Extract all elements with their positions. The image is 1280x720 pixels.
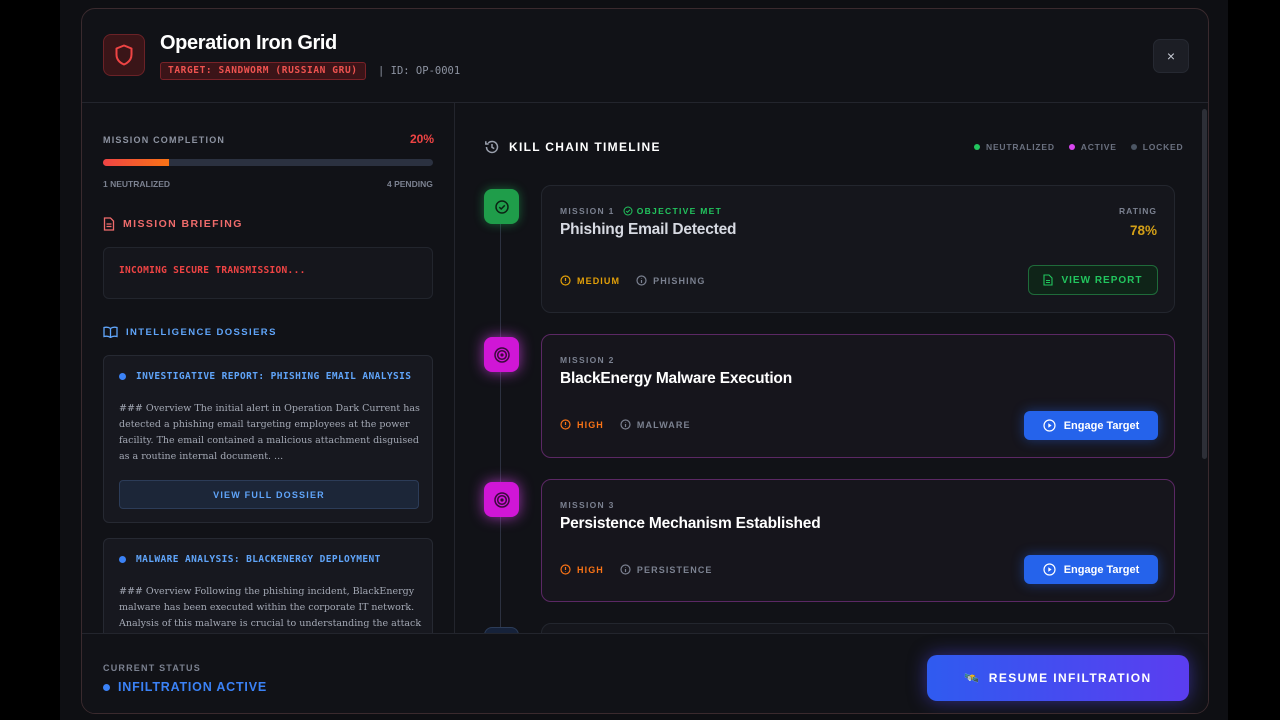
info-icon	[620, 564, 631, 575]
mission-label: MISSION 3	[560, 500, 615, 510]
engage-target-label: Engage Target	[1063, 563, 1140, 576]
severity-badge: HIGH	[560, 564, 604, 575]
mission-briefing-heading: MISSION BRIEFING	[103, 217, 243, 231]
dossier-title-text: MALWARE ANALYSIS: BLACKENERGY DEPLOYMENT	[136, 554, 381, 565]
progress-bar	[103, 159, 433, 166]
view-full-dossier-button[interactable]: VIEW FULL DOSSIER	[119, 480, 419, 509]
mission-card: MISSION 1 OBJECTIVE MET Phishing Email D…	[541, 185, 1175, 313]
operation-modal: Operation Iron Grid TARGET: SANDWORM (RU…	[81, 8, 1209, 714]
mission-title: Persistence Mechanism Established	[560, 515, 821, 532]
mission-card: MISSION 2 BlackEnergy Malware Execution …	[541, 334, 1175, 458]
satellite-icon: 🛰️	[964, 671, 981, 685]
dossier-body: ### Overview The initial alert in Operat…	[119, 403, 420, 462]
dossiers-title: INTELLIGENCE DOSSIERS	[126, 326, 277, 338]
pending-count: 4 PENDING	[387, 179, 433, 189]
mission-card	[541, 623, 1175, 633]
mission-title: Phishing Email Detected	[560, 221, 737, 238]
check-circle-icon	[623, 206, 633, 216]
document-icon	[1043, 274, 1054, 286]
operation-id: | ID: OP-0001	[378, 65, 461, 77]
operation-title: Operation Iron Grid	[160, 32, 337, 54]
close-button[interactable]: ×	[1153, 39, 1189, 73]
mission-meta: HIGH PERSISTENCE	[560, 564, 713, 575]
target-icon	[493, 491, 510, 508]
left-panel: MISSION COMPLETION 20% 1 NEUTRALIZED 4 P…	[82, 103, 455, 633]
engage-target-button[interactable]: Engage Target	[1024, 411, 1158, 440]
category-badge: MALWARE	[620, 419, 691, 430]
timeline-scrollbar[interactable]	[1202, 109, 1207, 459]
briefing-text: INCOMING SECURE TRANSMISSION...	[119, 265, 306, 276]
mission-label: MISSION 2	[560, 355, 615, 365]
resume-label: RESUME INFILTRATION	[988, 671, 1152, 685]
briefing-box: INCOMING SECURE TRANSMISSION...	[103, 247, 433, 299]
engage-target-label: Engage Target	[1063, 419, 1140, 432]
severity-badge: MEDIUM	[560, 275, 620, 286]
category-badge: PERSISTENCE	[620, 564, 713, 575]
mission-title: BlackEnergy Malware Execution	[560, 370, 792, 387]
history-icon	[485, 140, 499, 154]
status-text: INFILTRATION ACTIVE	[118, 680, 267, 694]
resume-infiltration-button[interactable]: 🛰️ RESUME INFILTRATION	[927, 655, 1189, 701]
dossier-body: ### Overview Following the phishing inci…	[119, 586, 422, 629]
status-dot	[103, 683, 110, 691]
legend-active: ACTIVE	[1068, 142, 1117, 152]
legend-locked: LOCKED	[1130, 142, 1184, 152]
dossier-title-text: INVESTIGATIVE REPORT: PHISHING EMAIL ANA…	[136, 371, 412, 382]
play-circle-icon	[1043, 419, 1056, 432]
dossier-card: INVESTIGATIVE REPORT: PHISHING EMAIL ANA…	[103, 355, 433, 523]
play-circle-icon	[1043, 563, 1056, 576]
mission-completion-percent: 20%	[410, 132, 435, 146]
timeline-heading: KILL CHAIN TIMELINE	[484, 139, 661, 155]
dossier-title: INVESTIGATIVE REPORT: PHISHING EMAIL ANA…	[119, 371, 411, 382]
shield-icon	[103, 34, 145, 76]
mission-meta: HIGH MALWARE	[560, 419, 691, 430]
bullet-dot	[119, 373, 126, 380]
view-report-button[interactable]: VIEW REPORT	[1028, 265, 1158, 295]
check-circle-icon	[494, 199, 509, 214]
alert-circle-icon	[560, 275, 571, 286]
progress-bar-fill	[103, 159, 169, 166]
target-badge: TARGET: SANDWORM (RUSSIAN GRU)	[160, 62, 366, 80]
modal-header: Operation Iron Grid TARGET: SANDWORM (RU…	[82, 9, 1208, 103]
objective-met-badge: OBJECTIVE MET	[623, 206, 722, 216]
timeline-panel: KILL CHAIN TIMELINE NEUTRALIZED ACTIVE L…	[456, 103, 1208, 633]
neutralized-count: 1 NEUTRALIZED	[103, 179, 171, 189]
mission-briefing-title: MISSION BRIEFING	[123, 218, 243, 230]
category-badge: PHISHING	[636, 275, 705, 286]
mission-card: MISSION 3 Persistence Mechanism Establis…	[541, 479, 1175, 602]
info-icon	[620, 419, 631, 430]
rating-value: 78%	[1129, 223, 1157, 238]
legend-neutralized: NEUTRALIZED	[974, 142, 1055, 152]
info-icon	[636, 275, 647, 286]
timeline-legend: NEUTRALIZED ACTIVE LOCKED	[974, 142, 1183, 152]
current-status-value: INFILTRATION ACTIVE	[103, 680, 267, 694]
document-icon	[103, 217, 115, 231]
mission-2-node	[484, 337, 519, 372]
rating-label: RATING	[1119, 206, 1157, 216]
mission-meta: MEDIUM PHISHING	[560, 275, 705, 286]
mission-1-node	[484, 189, 519, 224]
mission-3-node	[484, 482, 519, 517]
bullet-dot	[119, 556, 126, 563]
mission-label: MISSION 1 OBJECTIVE MET	[560, 206, 723, 216]
alert-circle-icon	[560, 564, 571, 575]
dossier-card: MALWARE ANALYSIS: BLACKENERGY DEPLOYMENT…	[103, 538, 433, 633]
current-status-label: CURRENT STATUS	[103, 663, 201, 673]
alert-circle-icon	[560, 419, 571, 430]
timeline-title: KILL CHAIN TIMELINE	[509, 140, 661, 154]
dossiers-heading: INTELLIGENCE DOSSIERS	[103, 326, 277, 338]
view-report-label: VIEW REPORT	[1061, 274, 1143, 286]
book-open-icon	[103, 326, 118, 338]
severity-badge: HIGH	[560, 419, 604, 430]
modal-footer: CURRENT STATUS INFILTRATION ACTIVE 🛰️ RE…	[82, 633, 1208, 713]
timeline-line	[500, 203, 501, 633]
mission-completion-label: MISSION COMPLETION	[103, 135, 226, 145]
engage-target-button[interactable]: Engage Target	[1024, 555, 1158, 584]
dossier-title: MALWARE ANALYSIS: BLACKENERGY DEPLOYMENT	[119, 554, 381, 565]
target-icon	[493, 346, 510, 363]
